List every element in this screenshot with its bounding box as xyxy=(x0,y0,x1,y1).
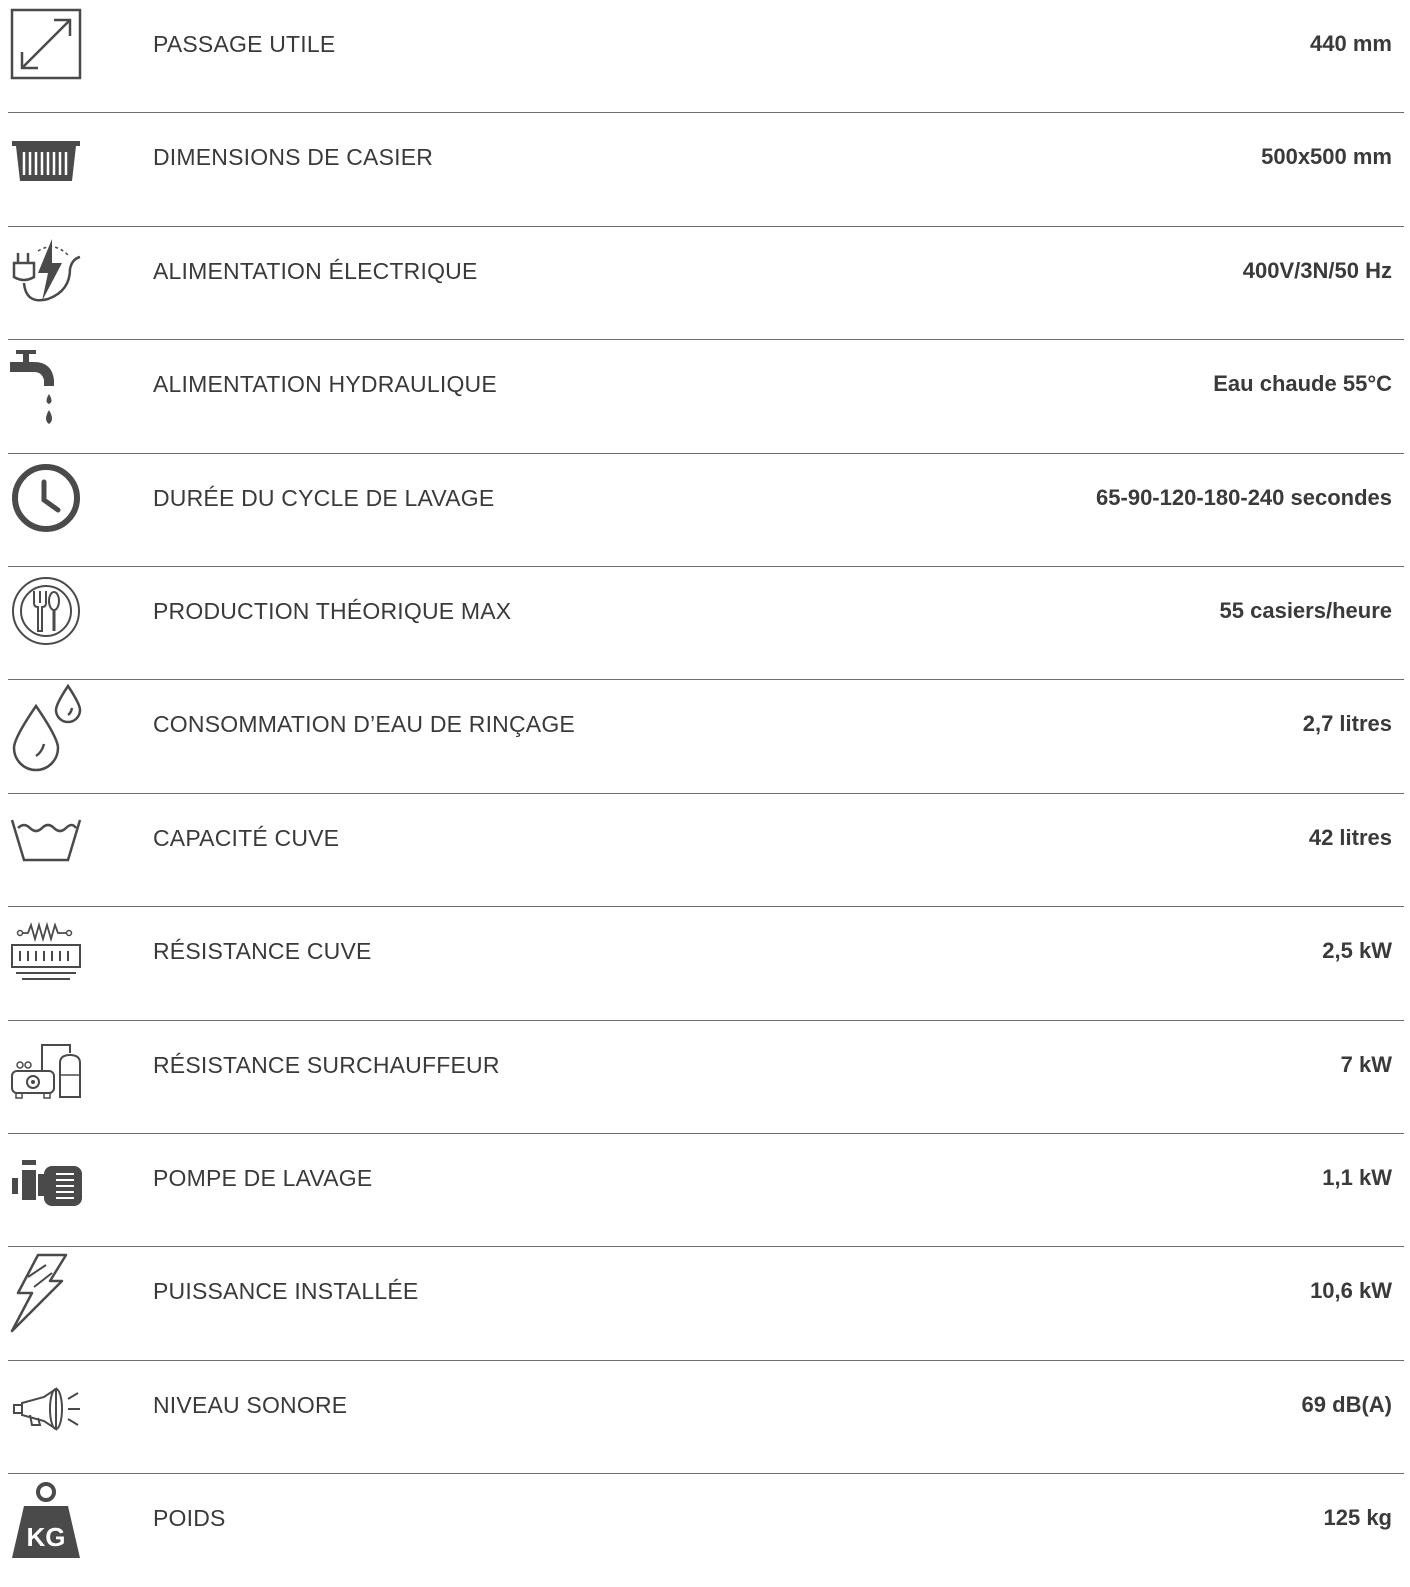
spec-label: PASSAGE UTILE xyxy=(153,31,336,57)
spec-value: 500x500 mm xyxy=(1261,144,1392,170)
spec-row-resistance-surchauffeur: RÉSISTANCE SURCHAUFFEUR 7 kW xyxy=(8,1021,1404,1134)
spec-label: POMPE DE LAVAGE xyxy=(153,1164,373,1191)
water-drops-icon xyxy=(8,684,84,772)
water-tap-icon xyxy=(8,346,84,425)
spec-row-resistance-cuve: RÉSISTANCE CUVE 2,5 kW xyxy=(8,907,1404,1021)
boiler-icon xyxy=(8,1027,84,1103)
heating-resistor-icon xyxy=(8,913,84,989)
spec-label: ALIMENTATION ÉLECTRIQUE xyxy=(153,257,478,284)
spec-row-capacite-cuve: CAPACITÉ CUVE 42 litres xyxy=(8,794,1404,908)
spec-row-pompe-lavage: POMPE DE LAVAGE 1,1 kW xyxy=(8,1134,1404,1248)
electric-plug-icon xyxy=(8,233,84,309)
plate-cutlery-icon xyxy=(8,573,84,649)
spec-label: PUISSANCE INSTALLÉE xyxy=(153,1278,419,1305)
weight-icon-text: KG xyxy=(27,1522,66,1552)
spec-value: 440 mm xyxy=(1310,31,1392,56)
spec-list: PASSAGE UTILE 440 mm DIMENSIONS DE CASIE… xyxy=(0,0,1410,1587)
weight-kg-icon: KG xyxy=(8,1480,84,1559)
spec-value: 2,5 kW xyxy=(1322,938,1392,964)
spec-row-dimensions-casier: DIMENSIONS DE CASIER 500x500 mm xyxy=(8,113,1404,227)
spec-label: CAPACITÉ CUVE xyxy=(153,824,340,851)
spec-label: RÉSISTANCE SURCHAUFFEUR xyxy=(153,1051,500,1078)
spec-value: 42 litres xyxy=(1308,824,1392,850)
spec-label: CONSOMMATION D’EAU DE RINÇAGE xyxy=(153,711,575,738)
spec-row-alimentation-hydraulique: ALIMENTATION HYDRAULIQUE Eau chaude 55°C xyxy=(8,340,1404,454)
spec-value: 2,7 litres xyxy=(1302,711,1392,737)
tank-icon xyxy=(8,800,84,876)
spec-row-puissance-installee: PUISSANCE INSTALLÉE 10,6 kW xyxy=(8,1247,1404,1361)
spec-label: POIDS xyxy=(153,1505,226,1532)
spec-value: 1,1 kW xyxy=(1322,1164,1392,1190)
spec-row-niveau-sonore: NIVEAU SONORE 69 dB(A) xyxy=(8,1361,1404,1475)
rack-basket-icon xyxy=(8,119,84,195)
spec-value: 400V/3N/50 Hz xyxy=(1242,257,1392,283)
spec-value: 65-90-120-180-240 secondes xyxy=(1096,484,1392,510)
spec-label: DURÉE DU CYCLE DE LAVAGE xyxy=(153,484,495,511)
spec-row-poids: KG POIDS 125 kg xyxy=(8,1474,1404,1587)
diagonal-arrow-icon xyxy=(8,6,84,82)
spec-value: 55 casiers/heure xyxy=(1219,597,1392,623)
clock-icon xyxy=(8,460,84,536)
spec-row-alimentation-electrique: ALIMENTATION ÉLECTRIQUE 400V/3N/50 Hz xyxy=(8,227,1404,341)
spec-value: 69 dB(A) xyxy=(1301,1391,1392,1417)
spec-label: ALIMENTATION HYDRAULIQUE xyxy=(153,371,497,398)
spec-row-duree-cycle: DURÉE DU CYCLE DE LAVAGE 65-90-120-180-2… xyxy=(8,454,1404,567)
spec-row-production-theorique: PRODUCTION THÉORIQUE MAX 55 casiers/heur… xyxy=(8,567,1404,681)
spec-label: RÉSISTANCE CUVE xyxy=(153,938,372,965)
lightning-icon xyxy=(8,1253,84,1333)
spec-label: DIMENSIONS DE CASIER xyxy=(153,144,434,171)
megaphone-icon xyxy=(8,1367,84,1443)
spec-value: 10,6 kW xyxy=(1310,1278,1392,1304)
spec-row-passage-utile: PASSAGE UTILE 440 mm xyxy=(8,0,1404,114)
spec-label: NIVEAU SONORE xyxy=(153,1391,348,1418)
spec-value: 7 kW xyxy=(1340,1051,1392,1077)
pump-motor-icon xyxy=(8,1140,84,1216)
spec-value: Eau chaude 55°C xyxy=(1213,371,1392,397)
spec-row-consommation-eau: CONSOMMATION D’EAU DE RINÇAGE 2,7 litres xyxy=(8,680,1404,794)
spec-value: 125 kg xyxy=(1323,1505,1393,1531)
spec-label: PRODUCTION THÉORIQUE MAX xyxy=(153,597,512,624)
